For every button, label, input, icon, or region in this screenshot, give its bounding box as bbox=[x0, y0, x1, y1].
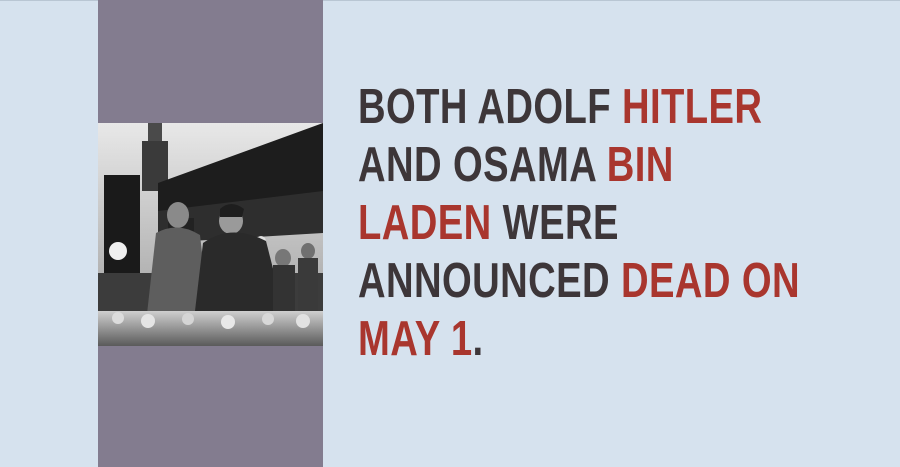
historical-photo bbox=[98, 123, 323, 346]
fact-line-4: ANNOUNCED DEAD ON bbox=[358, 252, 800, 310]
fact-text-highlight: MAY 1 bbox=[358, 312, 473, 366]
fact-text-plain: AND OSAMA bbox=[358, 138, 607, 192]
fact-line-3: LADEN WERE bbox=[358, 194, 764, 252]
fact-text: BOTH ADOLF HITLER AND OSAMA BIN LADEN WE… bbox=[358, 78, 800, 368]
fact-line-1: BOTH ADOLF HITLER bbox=[358, 78, 764, 136]
fact-text-plain: WERE bbox=[491, 196, 619, 250]
fact-line-2: AND OSAMA BIN bbox=[358, 136, 764, 194]
photo-illustration bbox=[98, 123, 323, 346]
fact-text-highlight: HITLER bbox=[622, 80, 763, 134]
fact-text-plain: . bbox=[472, 312, 484, 366]
fact-text-highlight: LADEN bbox=[358, 196, 492, 250]
fact-text-highlight: BIN bbox=[606, 138, 674, 192]
fact-text-plain: BOTH ADOLF bbox=[358, 80, 623, 134]
fact-text-plain: ANNOUNCED bbox=[358, 254, 621, 308]
fact-line-5: MAY 1. bbox=[358, 310, 764, 368]
fact-text-highlight: DEAD ON bbox=[620, 254, 800, 308]
